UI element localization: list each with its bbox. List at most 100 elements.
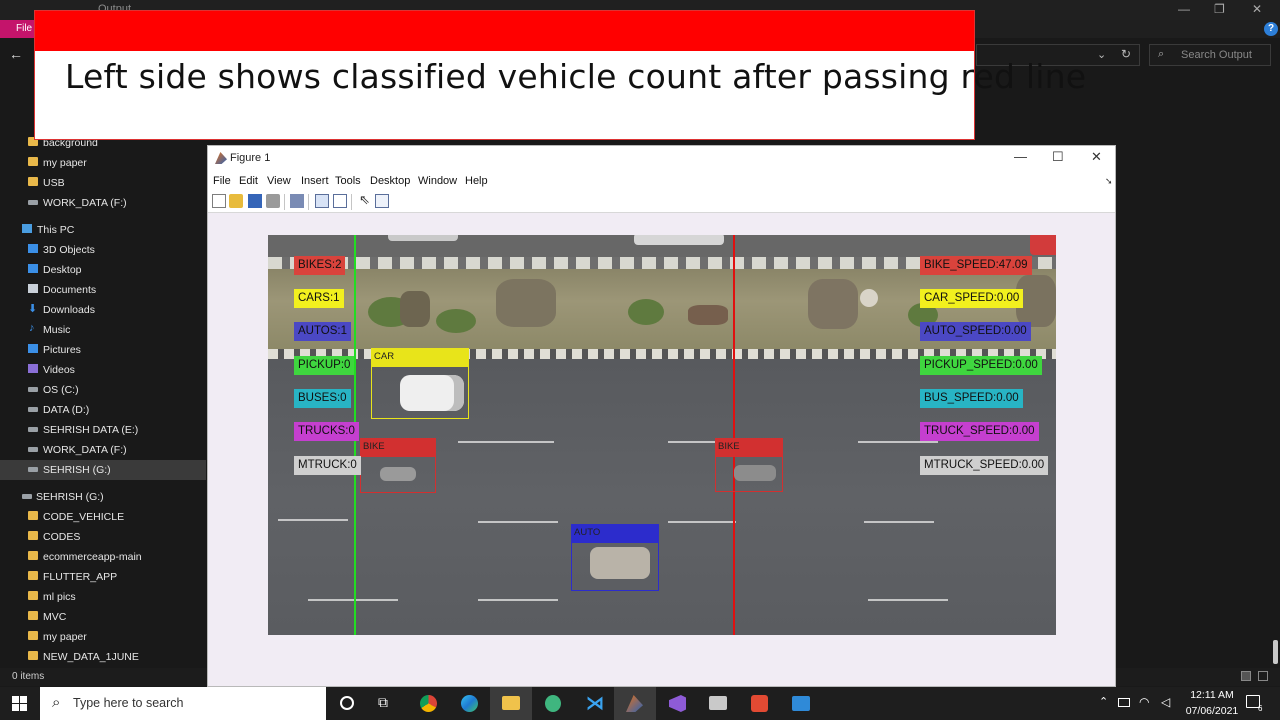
menu-file[interactable]: File	[213, 175, 231, 187]
volume-icon[interactable]: ◁	[1161, 695, 1170, 709]
nav-item-my-paper-2[interactable]: my paper	[0, 627, 206, 647]
large-icons-view-icon[interactable]	[1258, 671, 1268, 681]
cars-count-label: CARS:1	[294, 289, 344, 308]
nav-item-sehrish-g[interactable]: SEHRISH (G:)	[0, 487, 206, 507]
battery-icon[interactable]	[1118, 698, 1130, 707]
search-output-input[interactable]: ⌕ Search Output	[1149, 44, 1271, 66]
nav-item-data-d[interactable]: DATA (D:)	[0, 400, 206, 420]
clock-time[interactable]: 12:11 AM	[1180, 689, 1244, 701]
nav-label: MVC	[43, 611, 67, 623]
details-view-icon[interactable]	[1241, 671, 1251, 681]
nav-item-sehrish-data-e[interactable]: SEHRISH DATA (E:)	[0, 420, 206, 440]
car-speed-label: CAR_SPEED:0.00	[920, 289, 1024, 308]
maximize-icon[interactable]: ❐	[1214, 2, 1225, 16]
recorder-app-icon[interactable]	[751, 695, 768, 712]
insert-colorbar-icon[interactable]	[315, 194, 329, 208]
window-app-icon[interactable]	[709, 696, 727, 710]
menu-window[interactable]: Window	[418, 175, 457, 187]
open-folder-icon[interactable]	[229, 194, 243, 208]
menu-desktop[interactable]: Desktop	[370, 175, 410, 187]
insert-legend-icon[interactable]	[333, 194, 347, 208]
nav-label: Downloads	[43, 304, 95, 316]
taskbar-search-box[interactable]: ⌕ Type here to search	[40, 687, 326, 720]
chrome-icon[interactable]	[420, 695, 437, 712]
scrollbar-thumb[interactable]	[1273, 640, 1278, 664]
nav-item-documents[interactable]: Documents	[0, 280, 206, 300]
nav-item-codes[interactable]: CODES	[0, 527, 206, 547]
gitkraken-icon[interactable]	[545, 695, 561, 712]
save-icon[interactable]	[248, 194, 262, 208]
maximize-icon[interactable]: ☐	[1052, 149, 1064, 165]
edge-icon[interactable]	[461, 695, 478, 712]
3d-objects-icon	[28, 244, 38, 253]
vscode-icon[interactable]: ⋊	[586, 693, 604, 714]
truck-speed-label: TRUCK_SPEED:0.00	[920, 422, 1039, 441]
nav-item-music[interactable]: ♪ Music	[0, 320, 206, 340]
menu-view[interactable]: View	[267, 175, 291, 187]
menu-tools[interactable]: Tools	[335, 175, 361, 187]
print-icon[interactable]	[266, 194, 280, 208]
nav-item-downloads[interactable]: ⬇ Downloads	[0, 300, 206, 320]
close-icon[interactable]: ✕	[1252, 2, 1262, 16]
nav-item-flutter-app[interactable]: FLUTTER_APP	[0, 567, 206, 587]
nav-item-mvc[interactable]: MVC	[0, 607, 206, 627]
clock-date[interactable]: 07/06/2021	[1180, 705, 1244, 717]
toolbar-separator	[308, 194, 309, 210]
drive-icon	[28, 407, 38, 412]
nav-item-this-pc[interactable]: This PC	[0, 220, 206, 240]
nav-item-ml-pics[interactable]: ml pics	[0, 587, 206, 607]
nav-label: Desktop	[43, 264, 82, 276]
file-explorer-icon[interactable]	[502, 696, 520, 710]
nav-label: SEHRISH DATA (E:)	[43, 424, 139, 436]
menu-help[interactable]: Help	[465, 175, 488, 187]
minimize-icon[interactable]: —	[1014, 149, 1027, 164]
nav-item-work-data-f[interactable]: WORK_DATA (F:)	[0, 440, 206, 460]
bbox-auto: AUTO	[571, 524, 659, 591]
chevron-down-icon[interactable]: ⌄	[1097, 48, 1106, 61]
app-icon[interactable]	[792, 696, 810, 711]
back-arrow-icon[interactable]: ←	[9, 46, 23, 62]
wifi-icon[interactable]: ◠	[1139, 695, 1149, 709]
refresh-icon[interactable]: ↻	[1121, 47, 1131, 61]
nav-item-code-vehicle[interactable]: CODE_VEHICLE	[0, 507, 206, 527]
nav-item-new-data[interactable]: NEW_DATA_1JUNE	[0, 647, 206, 667]
nav-item-usb[interactable]: USB	[0, 173, 206, 193]
nav-label: This PC	[37, 224, 75, 236]
help-icon[interactable]: ?	[1264, 22, 1278, 36]
lane-marking	[308, 599, 398, 601]
close-icon[interactable]: ✕	[1091, 149, 1102, 165]
nav-item-pictures[interactable]: Pictures	[0, 340, 206, 360]
lane-marking	[864, 521, 934, 523]
property-inspector-icon[interactable]	[375, 194, 389, 208]
lane-marking	[478, 599, 558, 601]
chevron-up-icon[interactable]: ⌃	[1099, 695, 1108, 708]
link-plot-icon[interactable]	[290, 194, 304, 208]
distant-car	[634, 235, 724, 245]
nav-item-work-data[interactable]: WORK_DATA (F:)	[0, 193, 206, 213]
menu-insert[interactable]: Insert	[301, 175, 329, 187]
tree	[688, 305, 728, 325]
explorer-content-area	[1116, 70, 1280, 668]
pickup-count-label: PICKUP:0	[294, 356, 355, 375]
caption-banner: Left side shows classified vehicle count…	[34, 10, 1086, 140]
nav-item-3d-objects[interactable]: 3D Objects	[0, 240, 206, 260]
minimize-icon[interactable]: —	[1178, 2, 1190, 16]
nav-item-os-c[interactable]: OS (C:)	[0, 380, 206, 400]
nav-item-my-paper[interactable]: my paper	[0, 153, 206, 173]
cortana-icon[interactable]	[340, 696, 354, 710]
nav-item-desktop[interactable]: Desktop	[0, 260, 206, 280]
menu-edit[interactable]: Edit	[239, 175, 258, 187]
visual-studio-icon[interactable]	[669, 695, 686, 712]
nav-item-ecommerceapp[interactable]: ecommerceapp-main	[0, 547, 206, 567]
dock-arrow-icon[interactable]: ➘	[1105, 176, 1113, 187]
windows-start-icon[interactable]	[12, 696, 27, 711]
nav-item-videos[interactable]: Videos	[0, 360, 206, 380]
new-figure-icon[interactable]	[212, 194, 226, 208]
nav-label: CODES	[43, 531, 81, 543]
edit-plot-cursor-icon[interactable]: ⇖	[359, 192, 373, 207]
toolbar-separator	[284, 194, 285, 210]
download-arrow-icon: ⬇	[28, 303, 38, 315]
nav-item-sehrish-g-selected[interactable]: SEHRISH (G:)	[0, 460, 206, 480]
task-view-icon[interactable]: ⧉	[378, 694, 388, 711]
nav-label: my paper	[43, 157, 87, 169]
